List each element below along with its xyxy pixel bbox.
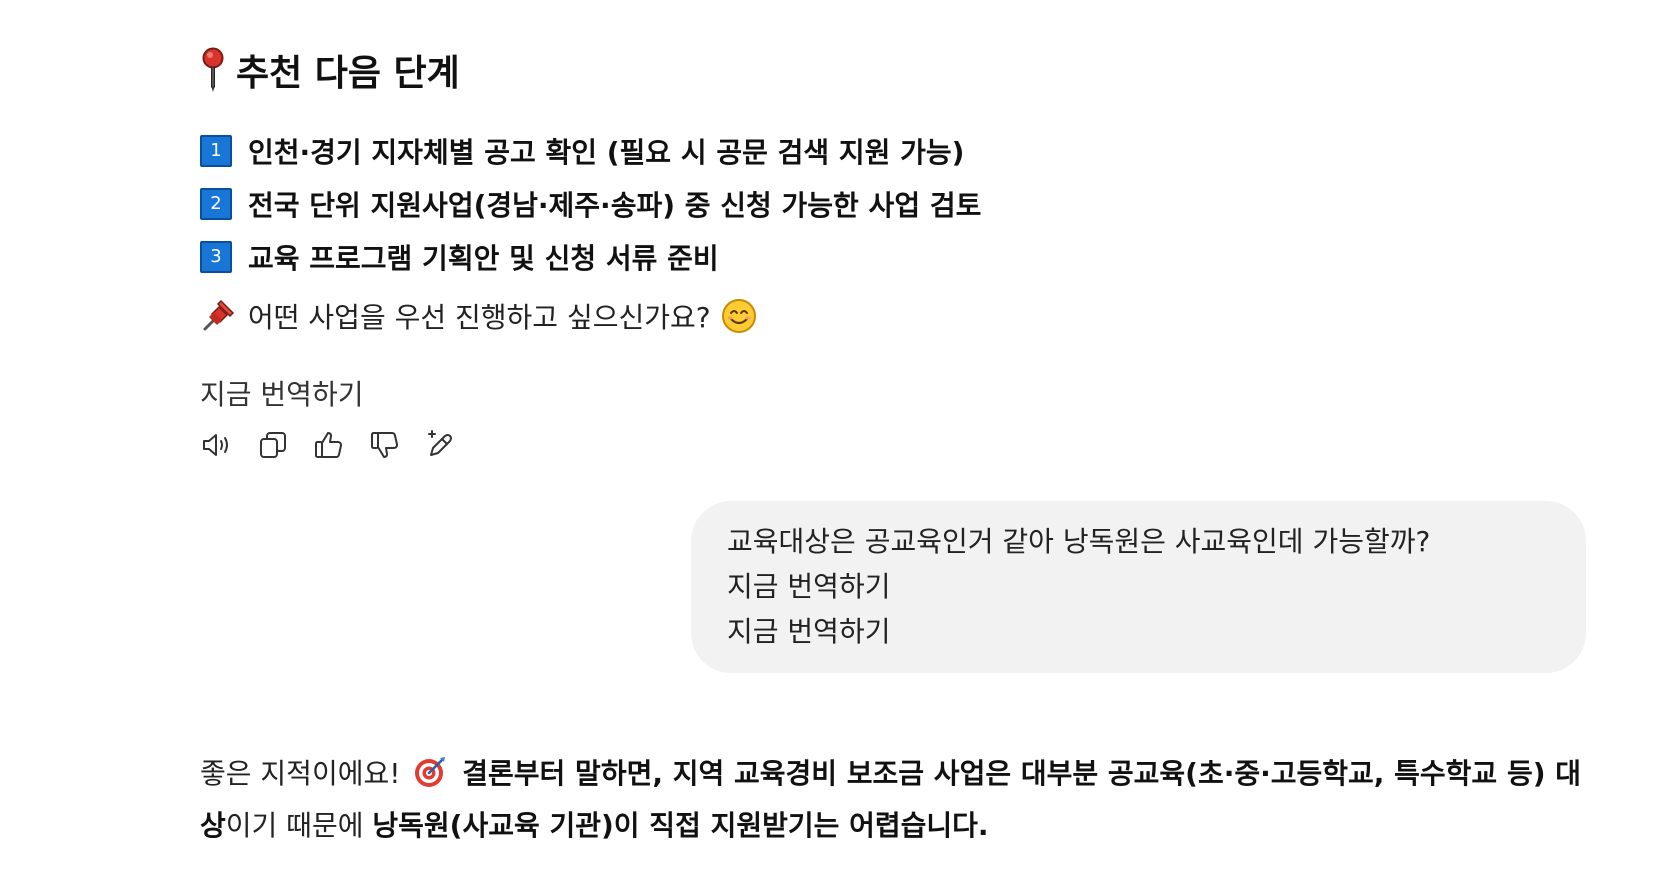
step-text: 인천·경기 지자체별 공고 확인 (필요 시 공문 검색 지원 가능) [248,135,965,169]
read-aloud-button[interactable] [200,428,234,462]
user-message-text: 교육대상은 공교육인거 같아 낭독원은 사교육인데 가능할까? [727,525,1431,558]
translate-now-link[interactable]: 지금 번역하기 [727,564,1550,609]
translate-now-link[interactable]: 지금 번역하기 [727,609,1550,654]
answer-result: 낭독원(사교육 기관)이 직접 지원받기는 어렵습니다. [372,809,989,842]
round-pushpin-icon [202,47,224,92]
copy-button[interactable] [256,428,290,462]
step-item: 2 전국 단위 지원사업(경남·제주·송파) 중 신청 가능한 사업 검토 [200,177,981,230]
thumbs-up-button[interactable] [312,428,346,462]
next-steps-list: 1 인천·경기 지자체별 공고 확인 (필요 시 공문 검색 지원 가능) 2 … [200,124,981,283]
keycap-one-icon: 1 [200,134,232,167]
pushpin-icon [203,299,235,331]
follow-up-question: 어떤 사업을 우선 진행하고 싶으신가요? [200,296,757,336]
step-text: 전국 단위 지원사업(경남·제주·송파) 중 신청 가능한 사업 검토 [248,188,982,222]
section-title: 추천 다음 단계 [236,53,460,94]
keycap-two-icon: 2 [200,187,232,220]
thumbs-down-button[interactable] [368,428,402,462]
edit-sparkle-icon [428,430,452,456]
answer-intro: 좋은 지적이에요! [200,757,401,790]
section-heading: 추천 다음 단계 [200,44,460,96]
smiling-face-icon [721,299,756,333]
step-text: 교육 프로그램 기획안 및 신청 서류 준비 [248,241,719,275]
step-item: 1 인천·경기 지자체별 공고 확인 (필요 시 공문 검색 지원 가능) [200,124,981,177]
answer-connector: 이기 때문에 [225,809,364,842]
direct-hit-target-icon [415,757,446,787]
message-actions [200,428,458,462]
keycap-three-icon: 3 [200,240,232,273]
copy-icon [260,432,286,458]
thumbs-down-icon [371,432,398,458]
user-message-bubble: 교육대상은 공교육인거 같아 낭독원은 사교육인데 가능할까? 지금 번역하기 … [691,501,1586,673]
edit-button[interactable] [424,428,458,462]
question-text: 어떤 사업을 우선 진행하고 싶으신가요? [248,301,711,334]
speaker-icon [203,434,228,456]
translate-now-link[interactable]: 지금 번역하기 [200,373,363,413]
step-item: 3 교육 프로그램 기획안 및 신청 서류 준비 [200,230,981,283]
assistant-answer: 좋은 지적이에요! 결론부터 말하면, 지역 교육경비 보조금 사업은 대부분 … [200,748,1590,852]
thumbs-up-icon [315,432,342,458]
